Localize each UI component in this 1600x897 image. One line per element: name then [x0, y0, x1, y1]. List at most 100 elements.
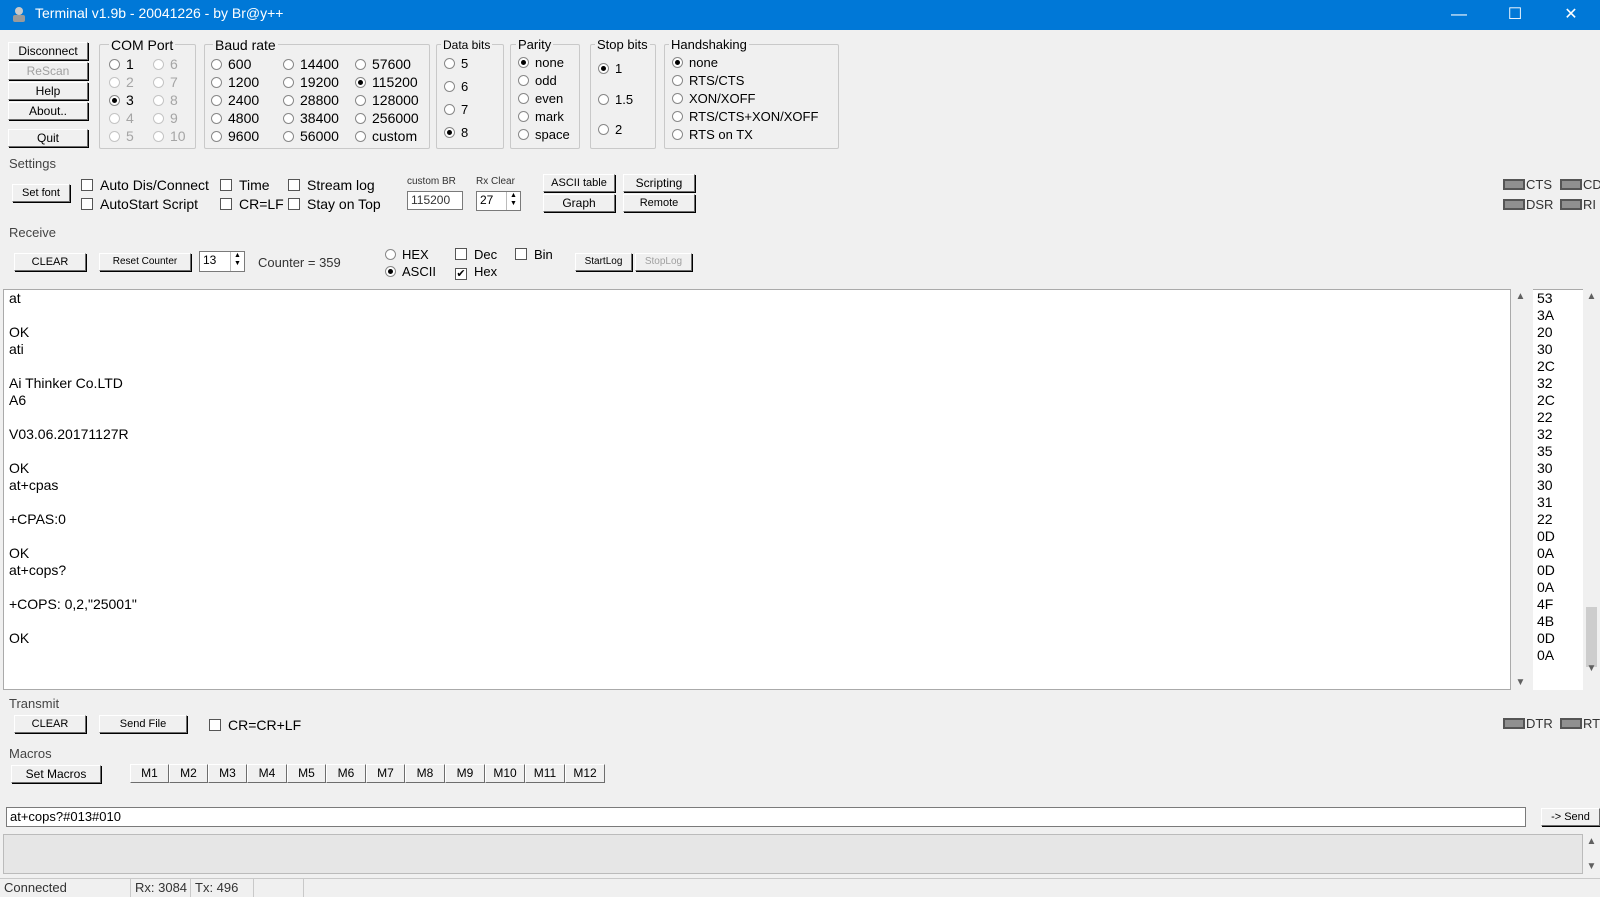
- bin-checkbox[interactable]: Bin: [515, 247, 553, 263]
- dtr-indicator[interactable]: DTR: [1503, 717, 1553, 731]
- macro-button-m3[interactable]: M3: [208, 764, 247, 783]
- stream-log-checkbox[interactable]: Stream log: [288, 177, 375, 193]
- transmit-scrollbar[interactable]: ▲ ▼: [1583, 834, 1600, 874]
- macro-button-m5[interactable]: M5: [287, 764, 326, 783]
- baud-radio-14400[interactable]: 14400: [283, 56, 339, 72]
- com-port-radio-3[interactable]: 3: [109, 92, 134, 108]
- com-port-radio-1[interactable]: 1: [109, 56, 134, 72]
- baud-radio-128000[interactable]: 128000: [355, 92, 419, 108]
- stop-bits-radio-1-5[interactable]: 1.5: [598, 92, 633, 108]
- dec-checkbox[interactable]: Dec: [455, 247, 497, 263]
- start-log-button[interactable]: StartLog: [575, 253, 632, 271]
- receive-text-area[interactable]: at OK ati Ai Thinker Co.LTD A6 V03.06.20…: [3, 289, 1511, 690]
- autostart-script-checkbox[interactable]: AutoStart Script: [81, 196, 198, 212]
- reset-counter-button[interactable]: Reset Counter: [99, 253, 191, 271]
- hex-scrollbar[interactable]: ▲ ▼: [1583, 289, 1600, 690]
- com-port-radio-8[interactable]: 8: [153, 92, 178, 108]
- scroll-up-icon[interactable]: ▲: [1583, 291, 1600, 302]
- set-macros-button[interactable]: Set Macros: [11, 765, 101, 783]
- receive-clear-button[interactable]: CLEAR: [14, 253, 86, 271]
- macro-button-m4[interactable]: M4: [247, 764, 287, 783]
- macro-button-m9[interactable]: M9: [445, 764, 485, 783]
- baud-radio-19200[interactable]: 19200: [283, 74, 339, 90]
- com-port-radio-6[interactable]: 6: [153, 56, 178, 72]
- stop-bits-radio-1[interactable]: 1: [598, 61, 622, 77]
- baud-radio-38400[interactable]: 38400: [283, 110, 339, 126]
- help-button[interactable]: Help: [8, 82, 88, 100]
- time-checkbox[interactable]: Time: [220, 177, 270, 193]
- com-port-radio-5[interactable]: 5: [109, 128, 134, 144]
- com-port-radio-2[interactable]: 2: [109, 74, 134, 90]
- com-port-radio-4[interactable]: 4: [109, 110, 134, 126]
- data-bits-radio-5[interactable]: 5: [444, 56, 468, 72]
- handshaking-radio-rts-cts[interactable]: RTS/CTS: [672, 73, 744, 89]
- macro-button-m7[interactable]: M7: [366, 764, 405, 783]
- data-bits-radio-7[interactable]: 7: [444, 102, 468, 118]
- data-bits-radio-6[interactable]: 6: [444, 79, 468, 95]
- hex-checkbox[interactable]: ✔ Hex: [455, 264, 497, 280]
- remote-button[interactable]: Remote: [623, 194, 695, 212]
- handshaking-radio-rts-cts-xon-xoff[interactable]: RTS/CTS+XON/XOFF: [672, 109, 818, 125]
- parity-radio-space[interactable]: space: [518, 127, 570, 143]
- hex-scroll-thumb[interactable]: [1586, 607, 1597, 667]
- receive-scrollbar[interactable]: ▲ ▼: [1512, 289, 1529, 690]
- receive-hex-radio[interactable]: HEX: [385, 247, 429, 263]
- spinner-arrows-icon[interactable]: ▲ ▼: [506, 192, 520, 210]
- stay-on-top-checkbox[interactable]: Stay on Top: [288, 196, 381, 212]
- cr-lf-checkbox[interactable]: CR=LF: [220, 196, 284, 212]
- scroll-up-icon[interactable]: ▲: [1583, 836, 1600, 847]
- stop-log-button[interactable]: StopLog: [635, 253, 692, 271]
- com-port-radio-7[interactable]: 7: [153, 74, 178, 90]
- baud-radio-9600[interactable]: 9600: [211, 128, 259, 144]
- scripting-button[interactable]: Scripting: [623, 174, 695, 192]
- ascii-table-button[interactable]: ASCII table: [543, 174, 615, 192]
- counter-spinner[interactable]: 13 ▲ ▼: [199, 251, 245, 272]
- set-font-button[interactable]: Set font: [12, 184, 70, 202]
- rts-indicator[interactable]: RTS: [1560, 717, 1600, 731]
- about-button[interactable]: About..: [8, 102, 88, 120]
- baud-radio-115200[interactable]: 115200: [355, 74, 418, 90]
- scroll-down-icon[interactable]: ▼: [1583, 663, 1600, 674]
- scroll-up-icon[interactable]: ▲: [1512, 291, 1529, 302]
- quit-button[interactable]: Quit: [8, 129, 88, 147]
- macro-button-m11[interactable]: M11: [525, 764, 565, 783]
- baud-radio-4800[interactable]: 4800: [211, 110, 259, 126]
- disconnect-button[interactable]: Disconnect: [8, 42, 88, 60]
- scroll-down-icon[interactable]: ▼: [1512, 677, 1529, 688]
- macro-button-m1[interactable]: M1: [130, 764, 169, 783]
- stop-bits-radio-2[interactable]: 2: [598, 122, 622, 138]
- custom-br-input[interactable]: 115200: [407, 191, 463, 210]
- baud-radio-28800[interactable]: 28800: [283, 92, 339, 108]
- handshaking-radio-xon-xoff[interactable]: XON/XOFF: [672, 91, 755, 107]
- maximize-button[interactable]: ☐: [1487, 0, 1543, 30]
- baud-radio-57600[interactable]: 57600: [355, 56, 411, 72]
- baud-radio-1200[interactable]: 1200: [211, 74, 259, 90]
- macro-button-m6[interactable]: M6: [326, 764, 366, 783]
- rx-clear-spinner[interactable]: 27 ▲ ▼: [476, 191, 521, 211]
- parity-radio-odd[interactable]: odd: [518, 73, 557, 89]
- macro-button-m10[interactable]: M10: [485, 764, 525, 783]
- com-port-radio-9[interactable]: 9: [153, 110, 178, 126]
- baud-radio-256000[interactable]: 256000: [355, 110, 419, 126]
- minimize-button[interactable]: —: [1431, 0, 1487, 30]
- auto-disconnect-checkbox[interactable]: Auto Dis/Connect: [81, 177, 209, 193]
- transmit-text-area[interactable]: [3, 834, 1583, 874]
- send-file-button[interactable]: Send File: [99, 715, 187, 733]
- transmit-clear-button[interactable]: CLEAR: [14, 715, 86, 733]
- parity-radio-even[interactable]: even: [518, 91, 563, 107]
- macro-button-m12[interactable]: M12: [565, 764, 605, 783]
- data-bits-radio-8[interactable]: 8: [444, 125, 468, 141]
- cr-crlf-checkbox[interactable]: CR=CR+LF: [209, 717, 301, 733]
- scroll-down-icon[interactable]: ▼: [1583, 861, 1600, 872]
- com-port-radio-10[interactable]: 10: [153, 128, 186, 144]
- baud-radio-600[interactable]: 600: [211, 56, 251, 72]
- baud-radio-custom[interactable]: custom: [355, 128, 417, 144]
- parity-radio-none[interactable]: none: [518, 55, 564, 71]
- macro-button-m2[interactable]: M2: [169, 764, 208, 783]
- graph-button[interactable]: Graph: [543, 194, 615, 212]
- handshaking-radio-rts-on-tx[interactable]: RTS on TX: [672, 127, 753, 143]
- send-button[interactable]: -> Send: [1541, 808, 1600, 826]
- macro-button-m8[interactable]: M8: [405, 764, 445, 783]
- handshaking-radio-none[interactable]: none: [672, 55, 718, 71]
- rescan-button[interactable]: ReScan: [8, 62, 88, 80]
